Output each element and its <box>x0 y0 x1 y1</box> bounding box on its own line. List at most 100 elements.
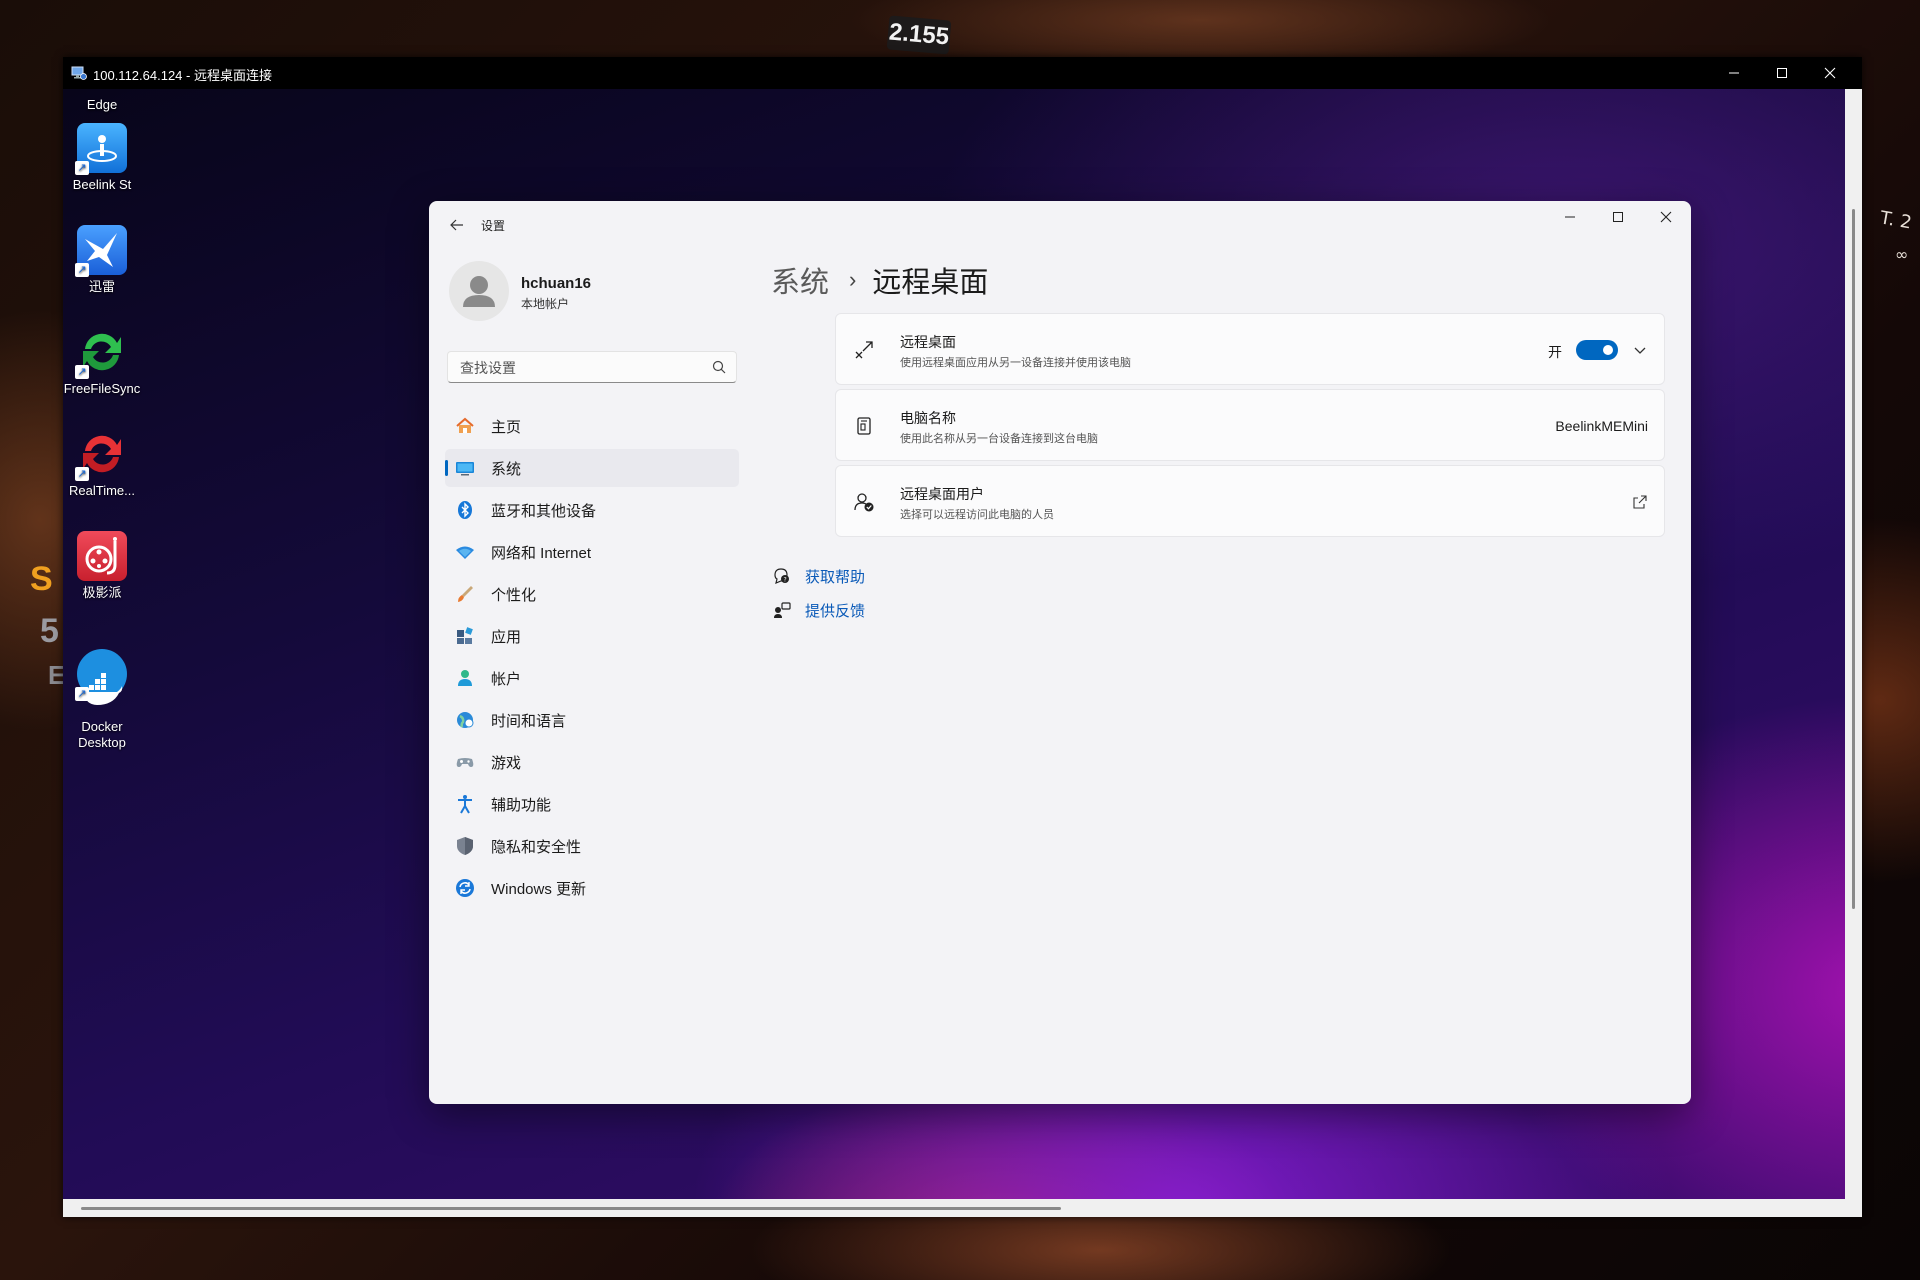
desktop-icon-freefilesync[interactable]: ↗ FreeFileSync <box>63 327 141 397</box>
accessibility-icon <box>455 794 475 814</box>
network-icon <box>455 542 475 562</box>
shortcut-arrow-icon: ↗ <box>75 263 89 277</box>
remote-users-setting-card[interactable]: 远程桌面用户 选择可以远程访问此电脑的人员 <box>835 465 1665 537</box>
settings-close-icon[interactable] <box>1643 201 1689 233</box>
remote-users-description: 选择可以远程访问此电脑的人员 <box>900 509 1054 521</box>
nav-item-label: 辅助功能 <box>491 796 552 814</box>
nav-item-privacy[interactable]: 隐私和安全性 <box>445 827 739 865</box>
freefilesync-icon: ↗ <box>75 327 127 379</box>
remote-desktop-description: 使用远程桌面应用从另一设备连接并使用该电脑 <box>900 357 1131 369</box>
desktop-icon-label: 极影派 <box>82 585 122 600</box>
svg-text:?: ? <box>784 577 787 584</box>
nav-item-label: 蓝牙和其他设备 <box>491 502 597 520</box>
apps-icon <box>455 626 475 646</box>
settings-window: 设置 hchuan16 本地帐户 查找设置 主页 系统 蓝牙和其他设备 网络和 … <box>429 201 1691 1104</box>
shortcut-arrow-icon: ↗ <box>75 467 89 481</box>
nav-item-label: 帐户 <box>491 670 522 688</box>
gaming-icon <box>455 752 475 772</box>
page-title: 远程桌面 <box>872 267 989 299</box>
feedback-icon <box>771 599 793 621</box>
remote-desktop-icon <box>852 338 876 362</box>
home-icon <box>455 416 475 436</box>
nav-item-label: 个性化 <box>491 586 537 604</box>
nav-item-accounts[interactable]: 帐户 <box>445 659 739 697</box>
settings-minimize-icon[interactable] <box>1547 201 1593 233</box>
nav-item-network[interactable]: 网络和 Internet <box>445 533 739 571</box>
rdp-vertical-scrollbar[interactable] <box>1845 89 1862 1199</box>
nav-item-gaming[interactable]: 游戏 <box>445 743 739 781</box>
jiyingpai-icon <box>77 531 127 581</box>
nav-item-home[interactable]: 主页 <box>445 407 739 445</box>
nav-item-system[interactable]: 系统 <box>445 449 739 487</box>
give-feedback-link[interactable]: 提供反馈 <box>771 599 865 621</box>
time-language-icon <box>455 710 475 730</box>
nav-item-label: 主页 <box>491 418 522 436</box>
nav-item-apps[interactable]: 应用 <box>445 617 739 655</box>
desktop-icon-beelink[interactable]: ↗ Beelink St <box>63 123 141 193</box>
remote-desktop-app-icon <box>71 65 87 81</box>
open-external-icon[interactable] <box>1630 492 1650 512</box>
desktop-icon-label: Beelink St <box>72 177 132 192</box>
remote-desktop-title: 远程桌面 <box>900 334 956 350</box>
remote-desktop-area: Edge ↗ Beelink St ↗ 迅雷 ↗ FreeFileSync ↗ … <box>63 89 1845 1199</box>
pc-name-title: 电脑名称 <box>900 410 956 426</box>
remote-desktop-setting-card[interactable]: 远程桌面 使用远程桌面应用从另一设备连接并使用该电脑 开 <box>835 313 1665 385</box>
privacy-icon <box>455 836 475 856</box>
search-input[interactable] <box>458 352 702 384</box>
rdp-horizontal-scrollbar[interactable] <box>63 1199 1845 1217</box>
personalization-icon <box>455 584 475 604</box>
desktop-icon-jiyingpai[interactable]: 极影派 <box>63 531 141 601</box>
user-name: hchuan16 <box>521 275 592 292</box>
host-wallpaper-badge: 2.155 <box>886 15 952 55</box>
remote-desktop-toggle[interactable] <box>1576 340 1618 360</box>
desktop-icon-label: FreeFileSync <box>63 381 141 396</box>
system-icon <box>455 458 475 478</box>
breadcrumb-separator: › <box>849 267 857 292</box>
get-help-link[interactable]: ? 获取帮助 <box>771 565 865 587</box>
nav-item-label: 网络和 Internet <box>491 544 592 562</box>
nav-item-personalization[interactable]: 个性化 <box>445 575 739 613</box>
nav-item-accessibility[interactable]: 辅助功能 <box>445 785 739 823</box>
nav-item-label: 系统 <box>491 460 522 478</box>
close-icon[interactable] <box>1806 57 1854 89</box>
pc-name-setting-card: 电脑名称 使用此名称从另一台设备连接到这台电脑 BeelinkMEMini <box>835 389 1665 461</box>
nav-item-label: 隐私和安全性 <box>491 838 582 856</box>
shortcut-arrow-icon: ↗ <box>75 365 89 379</box>
breadcrumb-parent[interactable]: 系统 <box>771 259 829 301</box>
breadcrumb: 系统 › 远程桌面 <box>771 259 988 301</box>
nav-item-label: 应用 <box>491 628 522 646</box>
scrollbar-thumb[interactable] <box>1852 209 1855 909</box>
rdp-title-bar[interactable]: 100.112.64.124 - 远程桌面连接 <box>63 57 1862 89</box>
pc-name-description: 使用此名称从另一台设备连接到这台电脑 <box>900 433 1098 445</box>
user-account-type: 本地帐户 <box>521 297 570 311</box>
rdp-window-title: 100.112.64.124 - 远程桌面连接 <box>93 68 272 83</box>
search-icon[interactable] <box>712 360 726 374</box>
chevron-down-icon[interactable] <box>1628 338 1652 362</box>
shortcut-arrow-icon: ↗ <box>75 687 89 701</box>
windows-update-icon <box>455 878 475 898</box>
avatar[interactable] <box>449 261 509 321</box>
back-arrow-icon[interactable] <box>443 211 471 239</box>
pc-name-icon <box>852 414 876 438</box>
beelink-icon: ↗ <box>75 123 127 175</box>
desktop-icon-thunder[interactable]: ↗ 迅雷 <box>63 225 141 295</box>
desktop-icon-edge-label[interactable]: Edge <box>63 97 141 112</box>
desktop-icon-docker[interactable]: ↗ Docker Desktop <box>63 633 141 751</box>
host-wallpaper-glyph-1: S <box>30 560 53 598</box>
desktop-icon-label: RealTime... <box>69 483 135 498</box>
maximize-icon[interactable] <box>1758 57 1806 89</box>
desktop-icon-realtimesync[interactable]: ↗ RealTime... <box>63 429 141 499</box>
settings-nav: 主页 系统 蓝牙和其他设备 网络和 Internet 个性化 应用 帐户 时间和… <box>445 407 739 911</box>
search-box[interactable] <box>447 351 737 384</box>
host-wallpaper-glyph-2: 5 <box>40 612 59 650</box>
nav-item-label: Windows 更新 <box>491 880 587 898</box>
settings-maximize-icon[interactable] <box>1595 201 1641 233</box>
nav-item-time-language[interactable]: 时间和语言 <box>445 701 739 739</box>
scrollbar-thumb[interactable] <box>81 1207 1061 1210</box>
nav-item-windows-update[interactable]: Windows 更新 <box>445 869 739 907</box>
nav-item-bluetooth[interactable]: 蓝牙和其他设备 <box>445 491 739 529</box>
remote-users-title: 远程桌面用户 <box>900 486 984 502</box>
minimize-icon[interactable] <box>1710 57 1758 89</box>
accounts-icon <box>455 668 475 688</box>
help-icon: ? <box>771 565 793 587</box>
